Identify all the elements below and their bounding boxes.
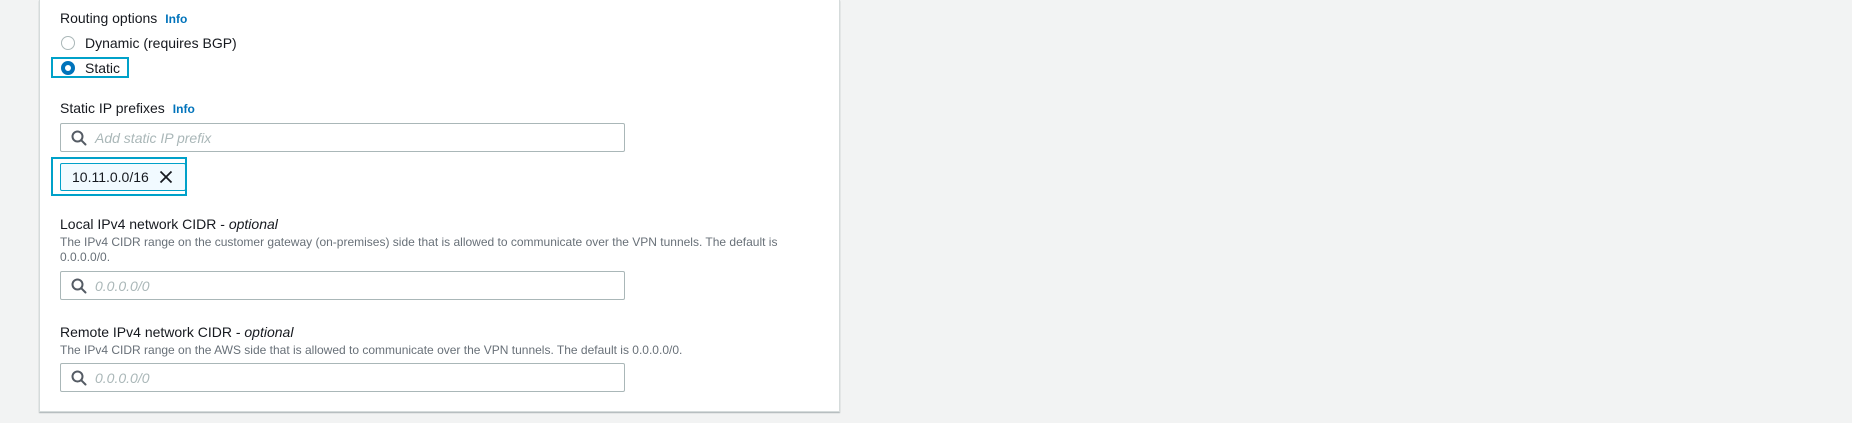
prefix-token: 10.11.0.0/16 bbox=[60, 163, 186, 191]
search-icon bbox=[71, 278, 87, 293]
static-prefix-placeholder: Add static IP prefix bbox=[95, 129, 212, 146]
remote-cidr-description: The IPv4 CIDR range on the AWS side that… bbox=[60, 343, 683, 357]
local-cidr-heading: Local IPv4 network CIDR - optional bbox=[60, 216, 278, 232]
remote-cidr-input[interactable]: 0.0.0.0/0 bbox=[60, 363, 625, 392]
static-prefix-input[interactable]: Add static IP prefix bbox=[60, 123, 625, 152]
routing-options-label: Routing options bbox=[60, 10, 158, 26]
vpn-options-panel: Routing options Info Dynamic (requires BG… bbox=[39, 0, 840, 412]
radio-dynamic-circle[interactable] bbox=[61, 36, 75, 50]
static-prefixes-label: Static IP prefixes bbox=[60, 100, 165, 116]
routing-options-heading: Routing options Info bbox=[60, 10, 187, 26]
static-prefixes-info-link[interactable]: Info bbox=[173, 102, 195, 116]
close-icon[interactable] bbox=[159, 170, 173, 184]
remote-cidr-placeholder: 0.0.0.0/0 bbox=[95, 369, 150, 386]
remote-cidr-heading: Remote IPv4 network CIDR - optional bbox=[60, 324, 293, 340]
remote-cidr-optional: optional bbox=[244, 324, 294, 340]
local-cidr-label: Local IPv4 network CIDR - bbox=[60, 216, 229, 232]
remote-cidr-label: Remote IPv4 network CIDR - bbox=[60, 324, 245, 340]
search-icon bbox=[71, 370, 87, 385]
prefix-token-label: 10.11.0.0/16 bbox=[72, 169, 149, 185]
local-cidr-optional: optional bbox=[228, 216, 278, 232]
radio-dynamic[interactable]: Dynamic (requires BGP) bbox=[61, 35, 237, 51]
radio-static-label: Static bbox=[85, 60, 121, 76]
search-icon bbox=[71, 130, 87, 145]
radio-dynamic-label: Dynamic (requires BGP) bbox=[85, 35, 237, 51]
routing-options-info-link[interactable]: Info bbox=[165, 12, 187, 26]
local-cidr-placeholder: 0.0.0.0/0 bbox=[95, 277, 150, 294]
local-cidr-description: The IPv4 CIDR range on the customer gate… bbox=[60, 235, 778, 264]
static-prefixes-heading: Static IP prefixes Info bbox=[60, 100, 195, 116]
radio-static[interactable]: Static bbox=[61, 60, 120, 76]
local-cidr-input[interactable]: 0.0.0.0/0 bbox=[60, 271, 625, 300]
radio-static-circle[interactable] bbox=[61, 61, 75, 75]
